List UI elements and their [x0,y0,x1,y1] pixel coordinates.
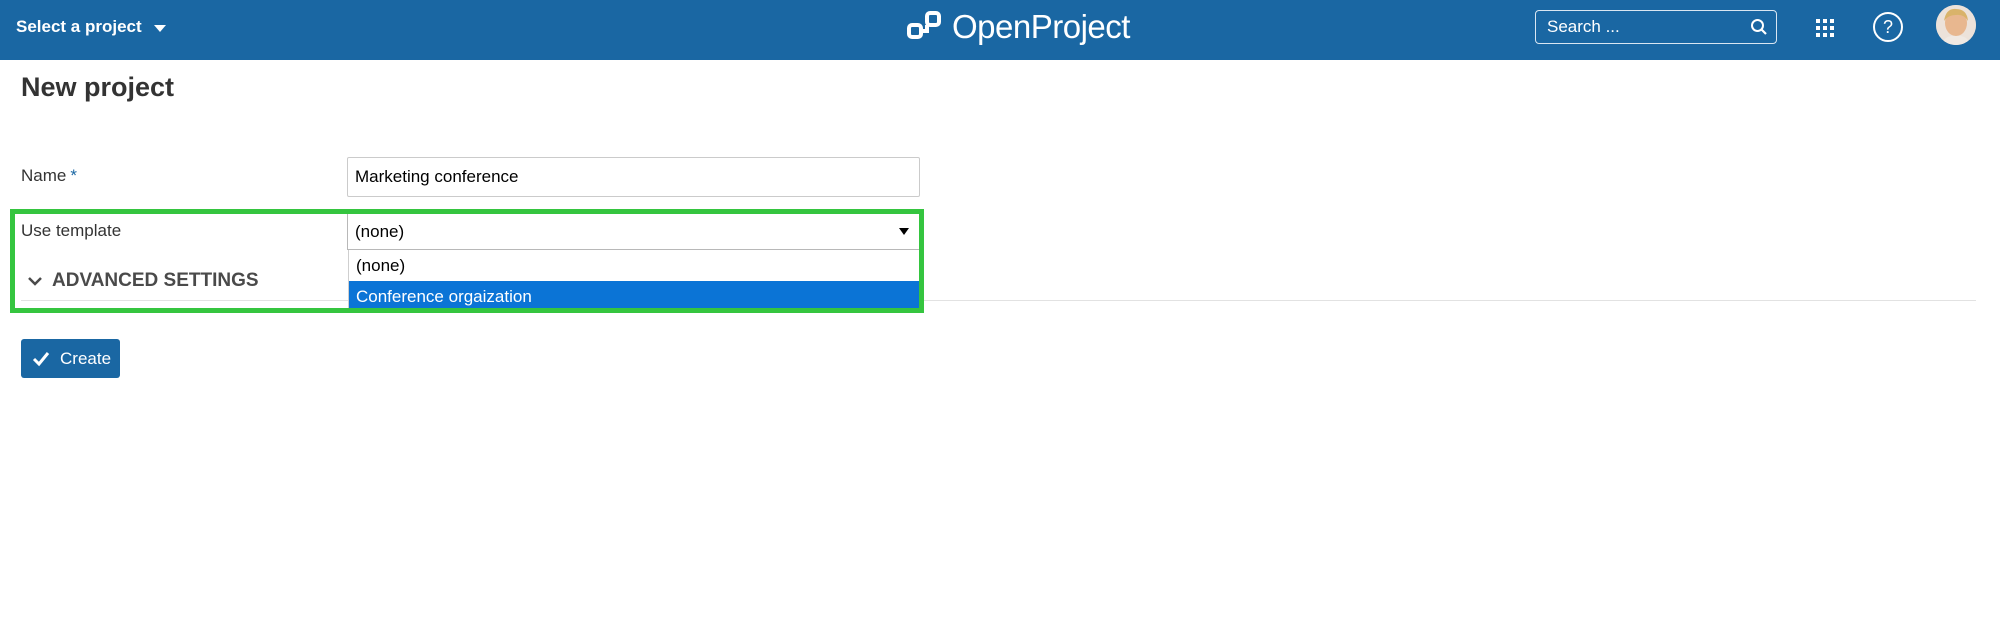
project-selector-label: Select a project [16,17,142,36]
project-name-input[interactable] [347,157,920,197]
logo-icon [907,11,941,39]
template-label: Use template [21,221,122,240]
template-select[interactable]: (none) [347,213,920,250]
section-divider [21,300,1976,301]
top-header-bar: Select a project OpenProject ? [0,0,2000,60]
dropdown-caret-icon [899,228,909,235]
search-input[interactable] [1536,16,1749,38]
logo-text: OpenProject [952,8,1130,45]
template-dropdown-list: (none) Conference orgaization [348,250,921,312]
page-title: New project [21,72,175,102]
create-button[interactable]: Create [21,339,120,378]
required-marker: * [70,166,77,185]
template-option-none[interactable]: (none) [349,250,920,281]
chevron-down-icon [28,277,42,286]
openproject-logo[interactable]: OpenProject [906,8,1130,46]
template-select-value: (none) [355,221,405,241]
search-icon[interactable] [1750,18,1768,36]
checkmark-icon [32,351,50,366]
create-button-label: Create [60,348,112,368]
project-selector[interactable]: Select a project [16,17,166,37]
avatar[interactable] [1936,5,1976,45]
avatar-image [1936,5,1976,45]
modules-grid-icon[interactable] [1816,19,1834,37]
name-label-text: Name [21,166,67,185]
help-icon[interactable]: ? [1872,11,1904,43]
advanced-settings-toggle[interactable]: ADVANCED SETTINGS [27,270,259,292]
search-box[interactable] [1535,10,1777,44]
svg-text:?: ? [1883,17,1893,37]
advanced-settings-label: ADVANCED SETTINGS [52,270,259,291]
name-label: Name * [21,166,77,186]
chevron-down-icon [153,24,166,32]
template-option-conference[interactable]: Conference orgaization [349,281,920,312]
